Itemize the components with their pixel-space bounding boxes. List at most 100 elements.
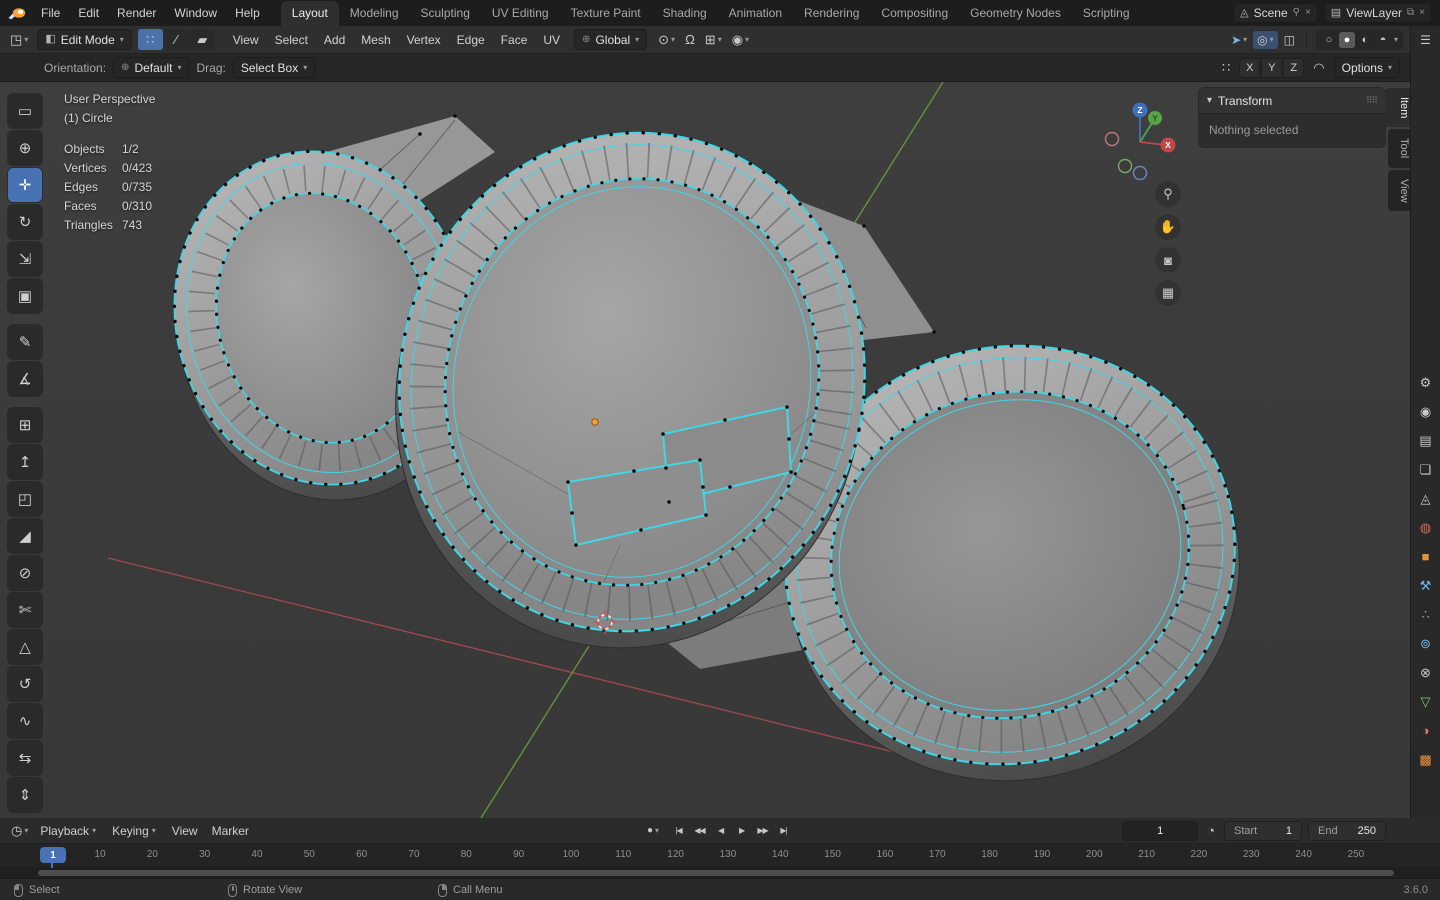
workspace-tab[interactable]: Animation — [718, 1, 793, 26]
gizmo-y-negative[interactable] — [1117, 158, 1133, 174]
topbar-menu[interactable]: Render — [108, 0, 165, 26]
play-button[interactable]: ▶ — [732, 822, 751, 840]
timeline-editor-type-button[interactable]: ◷ ▾ — [8, 821, 31, 841]
tool-edge-slide[interactable]: ⇆ — [8, 741, 42, 775]
tool-loop-cut[interactable]: ⊘ — [8, 556, 42, 590]
workspace-tab[interactable]: Sculpting — [410, 1, 481, 26]
tool-move[interactable]: ✛ — [8, 168, 42, 202]
tool-smooth[interactable]: ∿ — [8, 704, 42, 738]
sidebar-tab[interactable]: View — [1388, 169, 1410, 212]
tab-modifiers[interactable]: ⚒ — [1413, 576, 1439, 596]
mirror-axis-toggle[interactable]: Y — [1261, 57, 1283, 78]
tool-bevel[interactable]: ◢ — [8, 519, 42, 553]
orientation-select[interactable]: ⊕ Default ▾ — [113, 57, 190, 78]
gizmo-x-negative[interactable] — [1104, 131, 1120, 147]
scene-selector[interactable]: ◬ Scene ⚲ × — [1233, 3, 1318, 23]
jump-to-end-button[interactable]: ▶| — [774, 822, 793, 840]
prev-keyframe-button[interactable]: ◀◀ — [690, 822, 709, 840]
tab-constraints[interactable]: ⊗ — [1413, 663, 1439, 683]
start-frame-field[interactable]: Start 1 — [1224, 820, 1302, 841]
viewport-3d[interactable]: User Perspective (1) Circle Objects 1/2 … — [0, 82, 1410, 818]
play-reverse-button[interactable]: ◀ — [711, 822, 730, 840]
mirror-axis-toggle[interactable]: Z — [1283, 57, 1305, 78]
navigation-gizmo[interactable]: Z Y X — [1098, 96, 1182, 180]
header-menu[interactable]: Face — [493, 26, 536, 54]
close-icon[interactable]: × — [1305, 8, 1311, 18]
scrollbar-handle[interactable] — [38, 870, 1394, 876]
timeline-menu[interactable]: View — [165, 824, 205, 838]
panel-grip-icon[interactable]: ⠿⠿ — [1366, 95, 1378, 106]
snap-toggle[interactable]: Ω — [682, 32, 698, 47]
mirror-axis-toggle[interactable]: X — [1239, 57, 1261, 78]
header-menu[interactable]: Edge — [449, 26, 493, 54]
tab-scene[interactable]: ◬ — [1413, 489, 1439, 509]
current-frame-field[interactable]: 1 — [1122, 820, 1199, 841]
tool-cursor[interactable]: ⊕ — [8, 131, 42, 165]
workspace-tab[interactable]: Texture Paint — [560, 1, 652, 26]
sidebar-tab[interactable]: Item — [1385, 88, 1410, 128]
options-dropdown[interactable]: Options ▾ — [1333, 57, 1400, 78]
playback-menu[interactable]: Playback ▾ — [33, 824, 103, 838]
next-keyframe-button[interactable]: ▶▶ — [753, 822, 772, 840]
tab-object-data[interactable]: ▽ — [1413, 692, 1439, 712]
show-gizmos-toggle[interactable]: ➤ ▾ — [1227, 31, 1251, 49]
copy-icon[interactable]: ⧉ — [1407, 8, 1414, 18]
face-select-mode[interactable]: ▰ — [189, 29, 215, 50]
transform-orientation-dropdown[interactable]: ⊕ Global ▾ — [574, 29, 648, 50]
shading-wireframe[interactable]: ○ — [1321, 32, 1337, 48]
snap-settings-dropdown[interactable]: ⊞ ▾ — [702, 32, 725, 48]
header-menu[interactable]: UV — [535, 26, 568, 54]
workspace-tab[interactable]: Rendering — [793, 1, 870, 26]
playhead[interactable]: 1 — [40, 847, 66, 868]
viewlayer-selector[interactable]: ▤ ViewLayer ⧉ × — [1323, 3, 1432, 23]
workspace-tab[interactable]: Layout — [280, 1, 339, 26]
drag-select[interactable]: Select Box ▾ — [232, 57, 316, 78]
topbar-menu[interactable]: Edit — [69, 0, 108, 26]
tool-spin[interactable]: ↺ — [8, 667, 42, 701]
tool-shrink-fatten[interactable]: ⇕ — [8, 778, 42, 812]
header-menu[interactable]: Mesh — [353, 26, 398, 54]
tab-object[interactable]: ■ — [1413, 547, 1439, 567]
edge-select-mode[interactable]: ∕ — [163, 29, 189, 50]
shading-solid[interactable]: ● — [1338, 31, 1355, 48]
gizmo-z-negative[interactable] — [1132, 165, 1148, 180]
tool-rotate[interactable]: ↻ — [8, 205, 42, 239]
sidebar-tab[interactable]: Tool — [1388, 129, 1410, 168]
camera-view-button[interactable]: ◙ — [1155, 247, 1181, 273]
transform-panel-header[interactable]: ▾ Transform ⠿⠿ — [1199, 88, 1385, 113]
auto-keying-button[interactable]: ● ▾ — [647, 825, 659, 836]
mode-dropdown[interactable]: ◧ Edit Mode ▾ — [37, 29, 132, 50]
keying-menu[interactable]: Keying ▾ — [105, 824, 163, 838]
topbar-menu[interactable]: Help — [226, 0, 269, 26]
tab-render[interactable]: ◉ — [1413, 402, 1439, 422]
workspace-tab[interactable]: UV Editing — [481, 1, 560, 26]
tool-poly-build[interactable]: △ — [8, 630, 42, 664]
viewport-scene[interactable] — [0, 82, 1410, 818]
tool-extrude-region[interactable]: ↥ — [8, 445, 42, 479]
timeline-scrollbar[interactable] — [0, 868, 1440, 878]
tab-particles[interactable]: ∴ — [1413, 605, 1439, 625]
orthographic-toggle-button[interactable]: ▦ — [1155, 280, 1181, 306]
tool-annotate[interactable]: ✎ — [8, 325, 42, 359]
proportional-editing-dropdown[interactable]: ◉ ▾ — [729, 32, 752, 48]
properties-editor-icon[interactable]: ☰ — [1420, 33, 1431, 47]
tab-physics[interactable]: ⊚ — [1413, 634, 1439, 654]
tab-material[interactable]: ◑ — [1413, 721, 1439, 741]
header-menu[interactable]: Add — [316, 26, 353, 54]
pan-button[interactable]: ✋ — [1155, 214, 1181, 240]
end-frame-field[interactable]: End 250 — [1308, 820, 1386, 841]
timeline-ruler[interactable]: 1 10 20 30 40 50 60 70 80 90 100 110 120 130 140 150 16… — [0, 844, 1440, 868]
editor-type-button[interactable]: ◳ ▾ — [7, 30, 31, 50]
falloff-icon[interactable]: ◠ — [1310, 60, 1327, 76]
xray-toggle[interactable]: ◫ ▾ — [1280, 31, 1299, 49]
tab-world[interactable]: ◍ — [1413, 518, 1439, 538]
close-icon[interactable]: × — [1419, 8, 1425, 18]
tool-add-cube[interactable]: ⊞ — [8, 408, 42, 442]
tool-transform[interactable]: ▣ — [8, 279, 42, 313]
header-menu[interactable]: View — [225, 26, 267, 54]
topbar-menu[interactable]: File — [32, 0, 69, 26]
shading-material[interactable]: ◐ — [1357, 32, 1373, 48]
unlink-icon[interactable]: ⚲ — [1293, 8, 1300, 18]
tool-scale[interactable]: ⇲ — [8, 242, 42, 276]
pivot-point-dropdown[interactable]: ⊙ ▾ — [655, 32, 678, 48]
